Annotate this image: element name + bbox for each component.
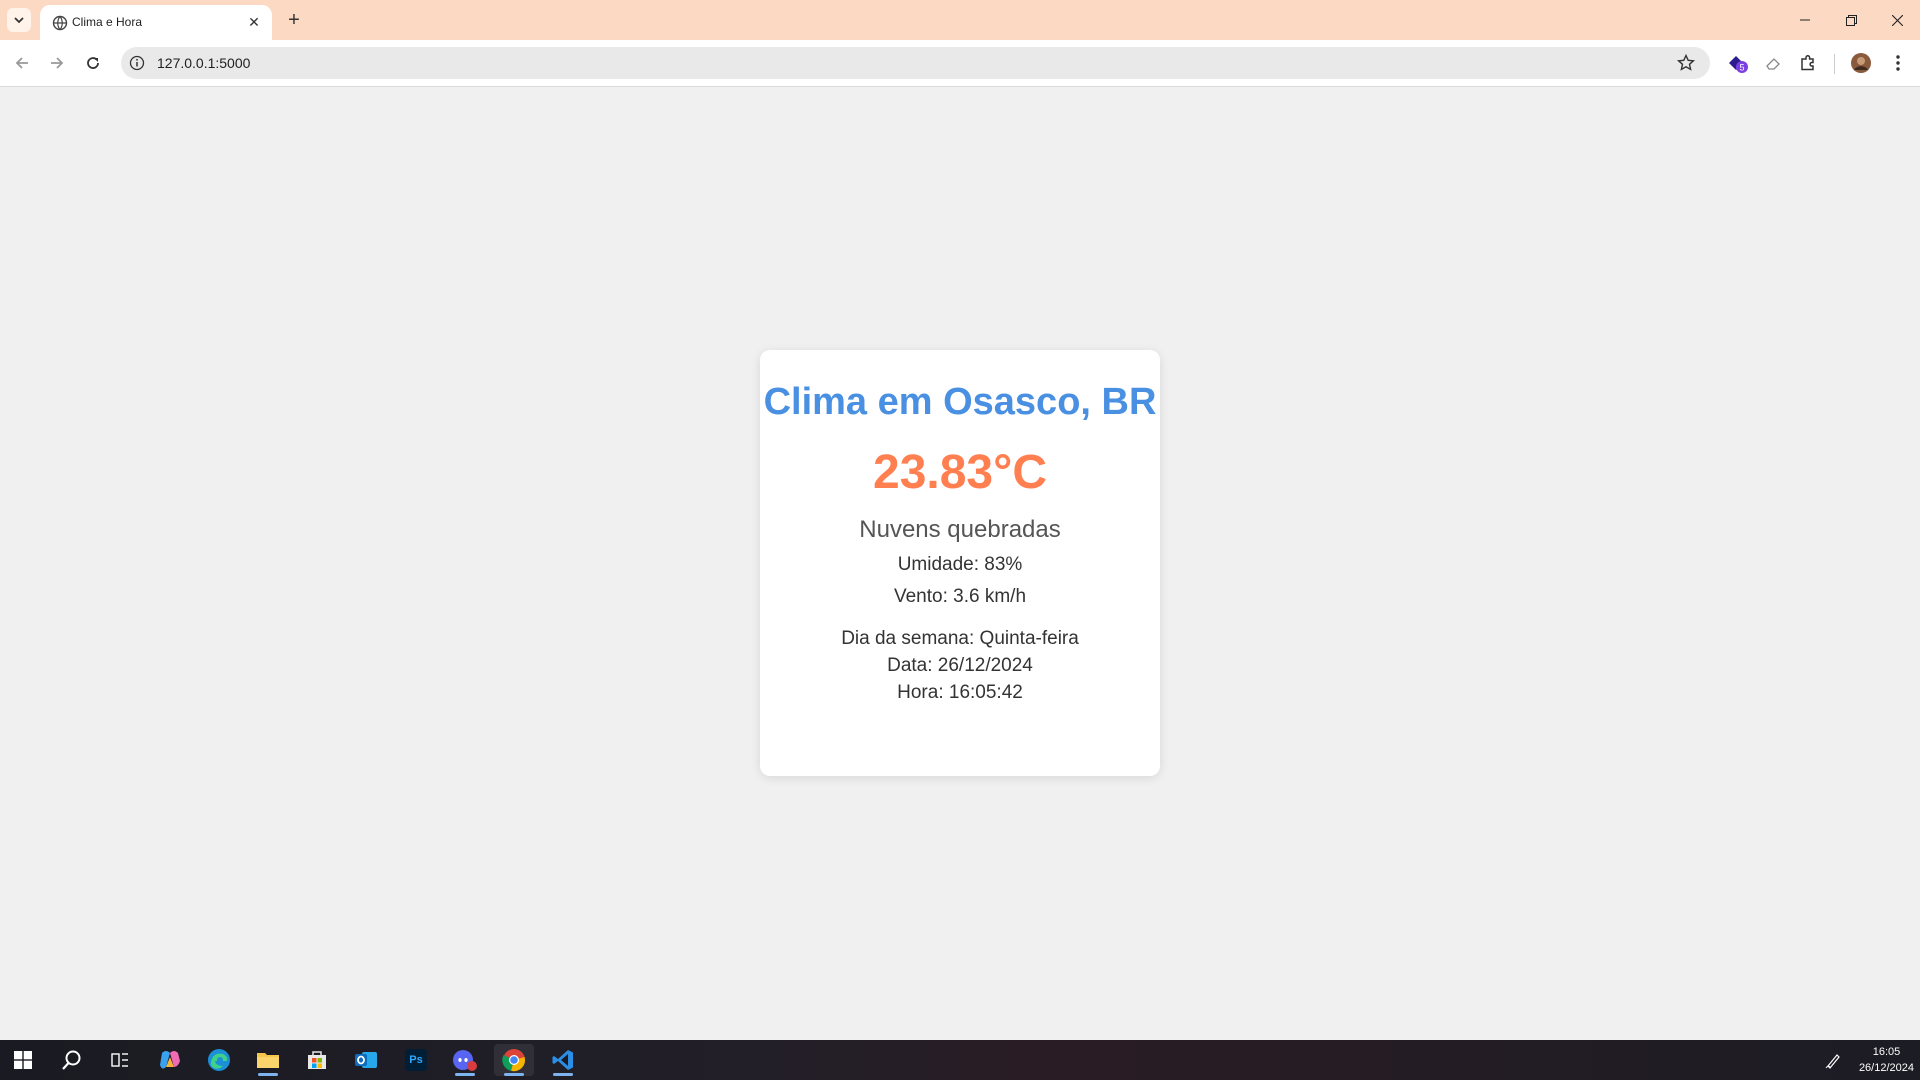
windows-logo-icon <box>14 1051 32 1069</box>
copilot-icon <box>160 1051 180 1069</box>
store-icon <box>308 1051 326 1069</box>
active-indicator <box>553 1073 573 1076</box>
menu-kebab-icon[interactable] <box>1887 52 1909 74</box>
reload-button[interactable] <box>81 51 105 75</box>
discord-button[interactable] <box>445 1044 485 1076</box>
tab-close-icon[interactable]: ✕ <box>244 12 264 32</box>
forward-button[interactable] <box>45 51 69 75</box>
windows-taskbar: Ps 16:05 26/12/2024 <box>0 1040 1920 1080</box>
weather-title: Clima em Osasco, BR <box>763 381 1157 423</box>
browser-toolbar: 127.0.0.1:5000 5 <box>0 40 1920 87</box>
outlook-button[interactable] <box>346 1044 386 1076</box>
page-viewport: Clima em Osasco, BR 23.83°C Nuvens quebr… <box>0 87 1920 1040</box>
back-button[interactable] <box>10 51 34 75</box>
arrow-left-icon <box>15 57 28 69</box>
weather-card: Clima em Osasco, BR 23.83°C Nuvens quebr… <box>760 350 1160 776</box>
store-button[interactable] <box>297 1044 337 1076</box>
clock-time: 16:05 <box>1872 1046 1901 1058</box>
globe-icon <box>52 15 68 31</box>
weather-description: Nuvens quebradas <box>859 516 1061 543</box>
active-indicator <box>504 1073 524 1076</box>
copilot-button[interactable] <box>150 1044 190 1076</box>
close-window-button[interactable] <box>1874 0 1920 40</box>
extensions-puzzle-icon[interactable] <box>1797 52 1819 74</box>
address-bar[interactable]: 127.0.0.1:5000 <box>121 47 1710 79</box>
chrome-button[interactable] <box>494 1044 534 1076</box>
chrome-icon <box>502 1049 525 1072</box>
restore-icon <box>1845 14 1857 26</box>
info-icon[interactable] <box>129 55 145 71</box>
task-view-button[interactable] <box>100 1044 140 1076</box>
vscode-icon <box>552 1050 573 1070</box>
photoshop-icon: Ps <box>405 1049 427 1071</box>
task-view-icon <box>111 1053 128 1067</box>
pen-icon <box>1825 1054 1840 1069</box>
reload-icon <box>87 57 99 69</box>
vscode-button[interactable] <box>543 1044 583 1076</box>
weekday-text: Dia da semana: Quinta-feira <box>841 628 1079 649</box>
tab-strip: Clima e Hora ✕ + <box>0 0 1920 40</box>
tab-search-button[interactable] <box>7 8 31 32</box>
wind-text: Vento: 3.6 km/h <box>893 586 1027 607</box>
extension-eraser-icon[interactable] <box>1762 52 1784 74</box>
outlook-icon <box>355 1052 377 1068</box>
edge-button[interactable] <box>199 1044 239 1076</box>
close-icon <box>1891 14 1903 26</box>
tab-active[interactable]: Clima e Hora ✕ <box>40 5 272 40</box>
file-explorer-button[interactable] <box>248 1044 288 1076</box>
extension-shapes-icon[interactable]: 5 <box>1727 52 1749 74</box>
active-indicator <box>455 1073 475 1076</box>
search-button[interactable] <box>52 1044 92 1076</box>
restore-button[interactable] <box>1828 0 1874 40</box>
temperature-value: 23.83°C <box>873 446 1047 499</box>
edge-icon <box>208 1049 230 1071</box>
time-text: Hora: 16:05:42 <box>897 682 1023 703</box>
folder-icon <box>257 1053 279 1068</box>
profile-avatar[interactable] <box>1850 52 1872 74</box>
toolbar-divider <box>1834 54 1835 74</box>
chevron-down-icon <box>14 17 24 24</box>
pen-menu-button[interactable] <box>1814 1044 1854 1076</box>
date-text: Data: 26/12/2024 <box>887 655 1033 676</box>
start-button[interactable] <box>3 1044 43 1076</box>
bookmark-star-icon[interactable] <box>1676 53 1696 73</box>
discord-icon <box>453 1050 477 1071</box>
arrow-right-icon <box>51 57 64 69</box>
url-text[interactable]: 127.0.0.1:5000 <box>157 55 250 71</box>
minimize-button[interactable] <box>1782 0 1828 40</box>
humidity-text: Umidade: 83% <box>897 554 1023 575</box>
system-clock[interactable]: 16:05 26/12/2024 <box>1859 1044 1914 1076</box>
clock-date: 26/12/2024 <box>1858 1062 1914 1074</box>
search-icon <box>62 1050 81 1070</box>
photoshop-button[interactable]: Ps <box>396 1044 436 1076</box>
active-indicator <box>258 1073 278 1076</box>
minimize-icon <box>1800 19 1810 21</box>
new-tab-button[interactable]: + <box>282 8 306 32</box>
tab-title: Clima e Hora <box>72 15 143 29</box>
svg-text:5: 5 <box>1739 63 1744 73</box>
